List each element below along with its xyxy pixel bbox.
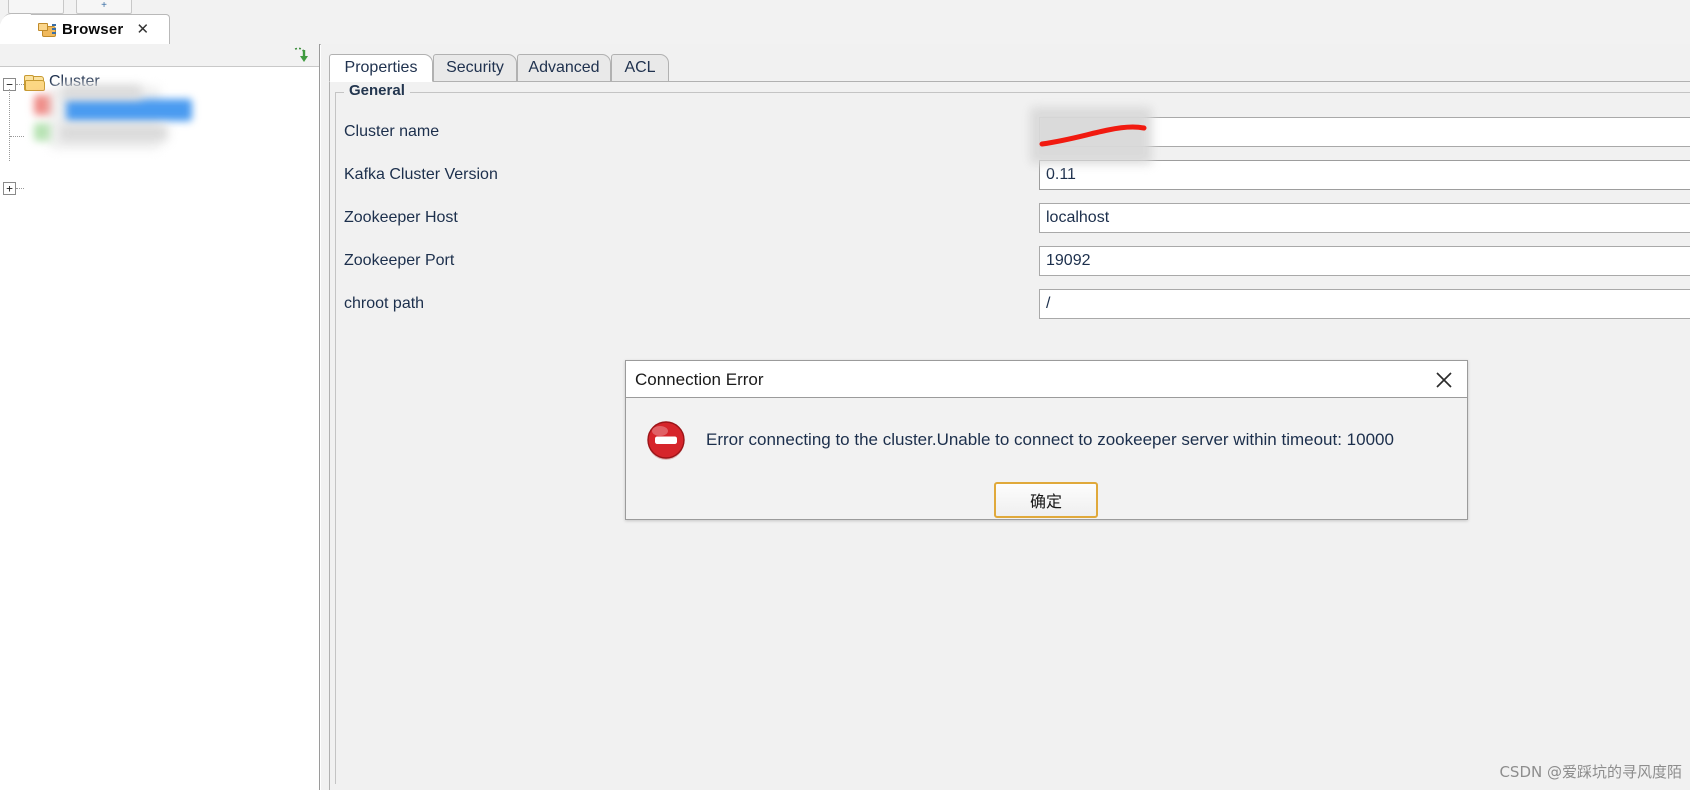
tab-security-label: Security [446,59,504,76]
field-row-chroot-path: chroot path / [336,289,1690,319]
dialog-ok-button-label: 确定 [1029,492,1062,511]
input-zookeeper-port[interactable]: 19092 [1039,246,1690,276]
tab-security[interactable]: Security [433,54,517,82]
tab-properties[interactable]: Properties [329,54,433,82]
field-row-zookeeper-host: Zookeeper Host localhost [336,203,1690,233]
label-chroot-path: chroot path [344,295,425,312]
refresh-down-arrow-icon[interactable] [291,46,311,64]
input-chroot-path[interactable]: / [1039,289,1690,319]
field-row-zookeeper-port: Zookeeper Port 19092 [336,246,1690,276]
close-icon[interactable]: ✕ [136,22,149,37]
cluster-tree[interactable]: − Cluster + [0,66,319,790]
application-window: + Browser ✕ − Cluster + Properties Secur… [0,0,1690,790]
general-group-title: General [344,82,410,99]
main-toolbar: + [0,0,1690,15]
error-stop-icon [644,418,688,462]
tree-node-child-2[interactable]: + [0,175,319,201]
tree-panel-header [0,44,319,66]
folder-icon [24,75,45,91]
tree-expander-expand-icon[interactable]: + [3,182,16,195]
connection-error-dialog: Connection Error Error connecting to the… [625,360,1468,520]
close-icon[interactable] [1433,369,1455,391]
redaction-overlay-grey [60,125,168,141]
input-zookeeper-host[interactable]: localhost [1039,203,1690,233]
redaction-overlay-grey-2 [62,85,142,99]
field-row-cluster-name: Cluster name [336,117,1690,147]
tab-advanced-label: Advanced [528,59,600,76]
dialog-title: Connection Error [635,370,764,389]
label-zookeeper-host: Zookeeper Host [344,209,458,226]
label-kafka-cluster-version: Kafka Cluster Version [344,166,498,183]
redaction-overlay-cluster-name [1030,107,1152,164]
browser-folders-icon [38,22,56,37]
redaction-overlay-selected-row [66,99,192,121]
label-zookeeper-port: Zookeeper Port [344,252,455,269]
toolbar-button-2-label: + [101,0,107,11]
tab-properties-label: Properties [344,59,418,76]
label-cluster-name: Cluster name [344,123,440,140]
toolbar-button-1[interactable] [8,0,64,14]
dialog-body: Error connecting to the cluster.Unable t… [626,398,1467,519]
csdn-watermark: CSDN @爱踩坑的寻风度陌 [1499,763,1682,781]
tab-acl-label: ACL [624,59,656,76]
input-kafka-cluster-version[interactable]: 0.11 [1039,160,1690,190]
tab-browser-label: Browser [62,21,124,38]
dialog-title-bar: Connection Error [626,361,1467,398]
tab-acl[interactable]: ACL [611,54,669,82]
dialog-ok-button[interactable]: 确定 [994,482,1098,518]
dialog-message: Error connecting to the cluster.Unable t… [706,430,1394,449]
editor-tab-strip: Properties Security Advanced ACL [329,54,1690,82]
field-row-kafka-version: Kafka Cluster Version 0.11 [336,160,1690,190]
browser-tree-panel: − Cluster + [0,44,320,790]
view-tab-bar: Browser ✕ [0,14,1690,45]
toolbar-button-2[interactable]: + [76,0,132,14]
tab-browser[interactable]: Browser ✕ [10,14,170,44]
tab-advanced[interactable]: Advanced [517,54,611,82]
